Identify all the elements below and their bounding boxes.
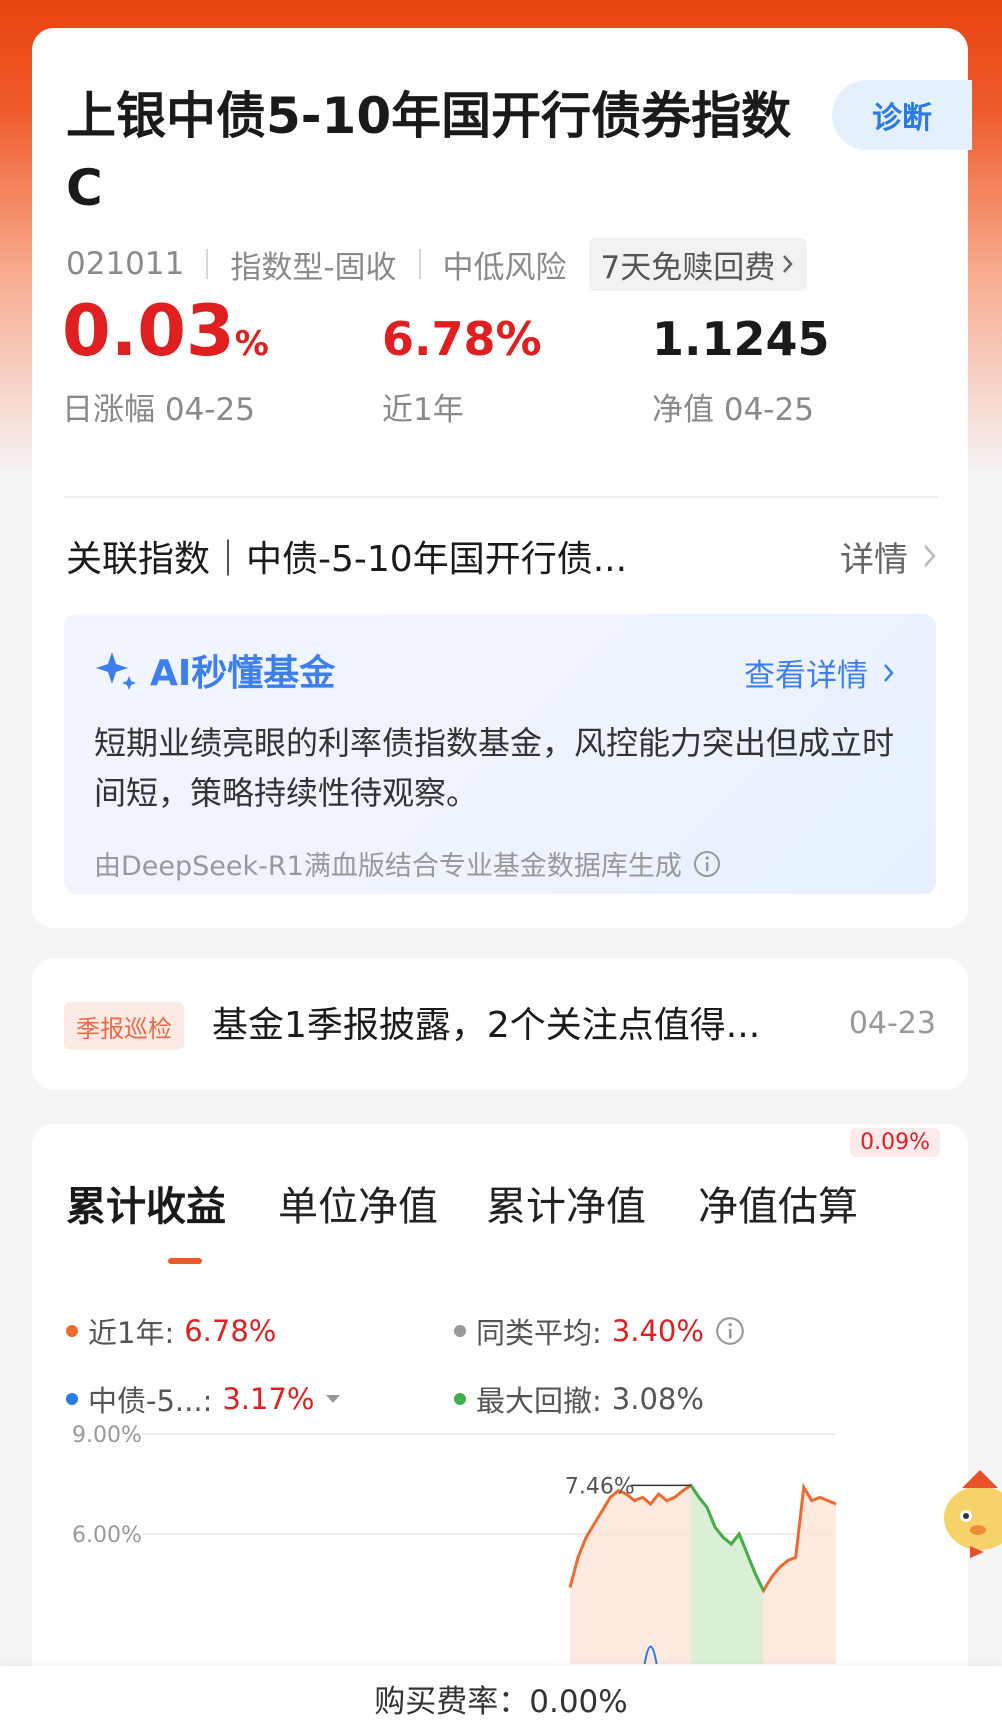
purchase-fee-text: 购买费率：0.00%: [374, 1683, 628, 1720]
return-chart[interactable]: 9.00% 6.00% 7.46%: [32, 1424, 968, 1664]
linked-index-row[interactable]: 关联指数｜中债-5-10年国开行债... 详情: [66, 528, 938, 584]
daily-change-label: 日涨幅 04-25: [62, 392, 255, 428]
legend-peer-value: 3.40%: [611, 1314, 704, 1348]
nav-label: 净值 04-25: [652, 392, 814, 428]
mascot-icon[interactable]: [940, 1460, 1002, 1570]
daily-change-stat: 0.03% 日涨幅 04-25: [62, 296, 269, 429]
legend-index[interactable]: 中债-5...: 3.17%: [66, 1378, 342, 1420]
chevron-right-icon: [884, 663, 894, 682]
nav-value: 1.1245: [652, 312, 830, 366]
quarterly-report-card[interactable]: 季报巡检 基金1季报披露，2个关注点值得... 04-23: [32, 958, 968, 1090]
legend-year-value: 6.78%: [184, 1314, 277, 1348]
legend-peer-label: 同类平均:: [476, 1316, 602, 1350]
drawdown-area: [690, 1485, 764, 1664]
fee-tag[interactable]: 7天免赎回费: [588, 237, 808, 291]
linked-index-more-label: 详情: [840, 539, 908, 580]
ai-title: AI秒懂基金: [150, 653, 336, 694]
linked-index-more[interactable]: 详情: [840, 532, 938, 581]
nav-stat: 1.1245 净值 04-25: [652, 316, 830, 429]
tab-cumulative-nav[interactable]: 累计净值: [486, 1174, 646, 1232]
diagnose-button[interactable]: 诊断: [832, 80, 972, 150]
estimate-badge: 0.09%: [850, 1128, 940, 1157]
year-return-label: 近1年: [382, 392, 464, 428]
ai-more-label: 查看详情: [744, 658, 868, 694]
ai-footnote: 由DeepSeek-R1满血版结合专业基金数据库生成: [94, 844, 722, 883]
legend-dot: [454, 1325, 466, 1337]
legend-year-label: 近1年:: [88, 1316, 175, 1350]
chevron-right-icon: [924, 545, 936, 567]
ai-summary-panel[interactable]: AI秒懂基金 查看详情 短期业绩亮眼的利率债指数基金，风控能力突出但成立时间短，…: [64, 614, 936, 894]
report-date: 04-23: [848, 1006, 936, 1041]
fund-type: 指数型-固收: [230, 249, 397, 286]
divider: [418, 249, 421, 279]
divider: [206, 249, 209, 279]
chart-tabs: 累计收益 单位净值 累计净值 净值估算: [66, 1174, 938, 1264]
report-tag: 季报巡检: [64, 1002, 184, 1050]
ai-footnote-text: 由DeepSeek-R1满血版结合专业基金数据库生成: [94, 851, 682, 882]
report-text: 基金1季报披露，2个关注点值得...: [212, 1005, 761, 1046]
legend-dot: [66, 1393, 78, 1405]
legend-drawdown-value: 3.08%: [611, 1382, 704, 1416]
fee-tag-label: 7天免赎回费: [600, 249, 776, 286]
caret-down-icon: [326, 1395, 341, 1403]
performance-chart-card: 累计收益 单位净值 累计净值 净值估算 0.09% 近1年: 6.78% 同类平均…: [32, 1124, 968, 1730]
tab-nav-estimate[interactable]: 净值估算: [698, 1174, 858, 1232]
tab-cumulative-return[interactable]: 累计收益: [66, 1174, 226, 1232]
ai-header: AI秒懂基金: [94, 644, 335, 696]
legend-dot: [66, 1325, 78, 1337]
year-return-stat: 6.78% 近1年: [382, 316, 542, 429]
bottom-fee-bar: 购买费率：0.00%: [0, 1666, 1002, 1730]
section-divider: [64, 496, 938, 498]
legend-dot: [454, 1393, 466, 1405]
fund-meta: 021011 指数型-固收 中低风险 7天免赎回费: [66, 237, 808, 291]
legend-index-value: 3.17%: [222, 1382, 315, 1416]
info-icon[interactable]: [714, 1315, 746, 1347]
fund-overview-card: 上银中债5-10年国开行债券指数C 诊断 021011 指数型-固收 中低风险 …: [32, 28, 972, 928]
legend-index-label: 中债-5...:: [88, 1384, 213, 1418]
legend-year: 近1年: 6.78%: [66, 1310, 276, 1352]
peak-annotation-label: 7.46%: [565, 1474, 635, 1499]
sparkle-icon: [96, 652, 136, 690]
linked-index-text: 关联指数｜中债-5-10年国开行债...: [66, 539, 628, 580]
fund-title: 上银中债5-10年国开行债券指数C: [66, 87, 792, 217]
fund-risk: 中低风险: [442, 249, 567, 286]
year-return-value: 6.78%: [382, 312, 542, 366]
chevron-right-icon: [783, 255, 793, 273]
daily-change-value: 0.03: [62, 290, 235, 372]
ai-more-link[interactable]: 查看详情: [744, 650, 896, 695]
y-tick-label: 6.00%: [72, 1523, 142, 1548]
daily-change-unit: %: [234, 324, 269, 364]
y-tick-label: 9.00%: [72, 1424, 142, 1448]
fund-code: 021011: [66, 246, 185, 282]
legend-drawdown: 最大回撤: 3.08%: [454, 1378, 704, 1420]
legend-drawdown-label: 最大回撤:: [476, 1384, 602, 1418]
ai-summary-text: 短期业绩亮眼的利率债指数基金，风控能力突出但成立时间短，策略持续性待观察。: [94, 724, 895, 812]
active-tab-indicator: [168, 1258, 202, 1264]
tab-unit-nav[interactable]: 单位净值: [278, 1174, 438, 1232]
info-icon[interactable]: [692, 849, 722, 879]
legend-peer: 同类平均: 3.40%: [454, 1310, 746, 1352]
